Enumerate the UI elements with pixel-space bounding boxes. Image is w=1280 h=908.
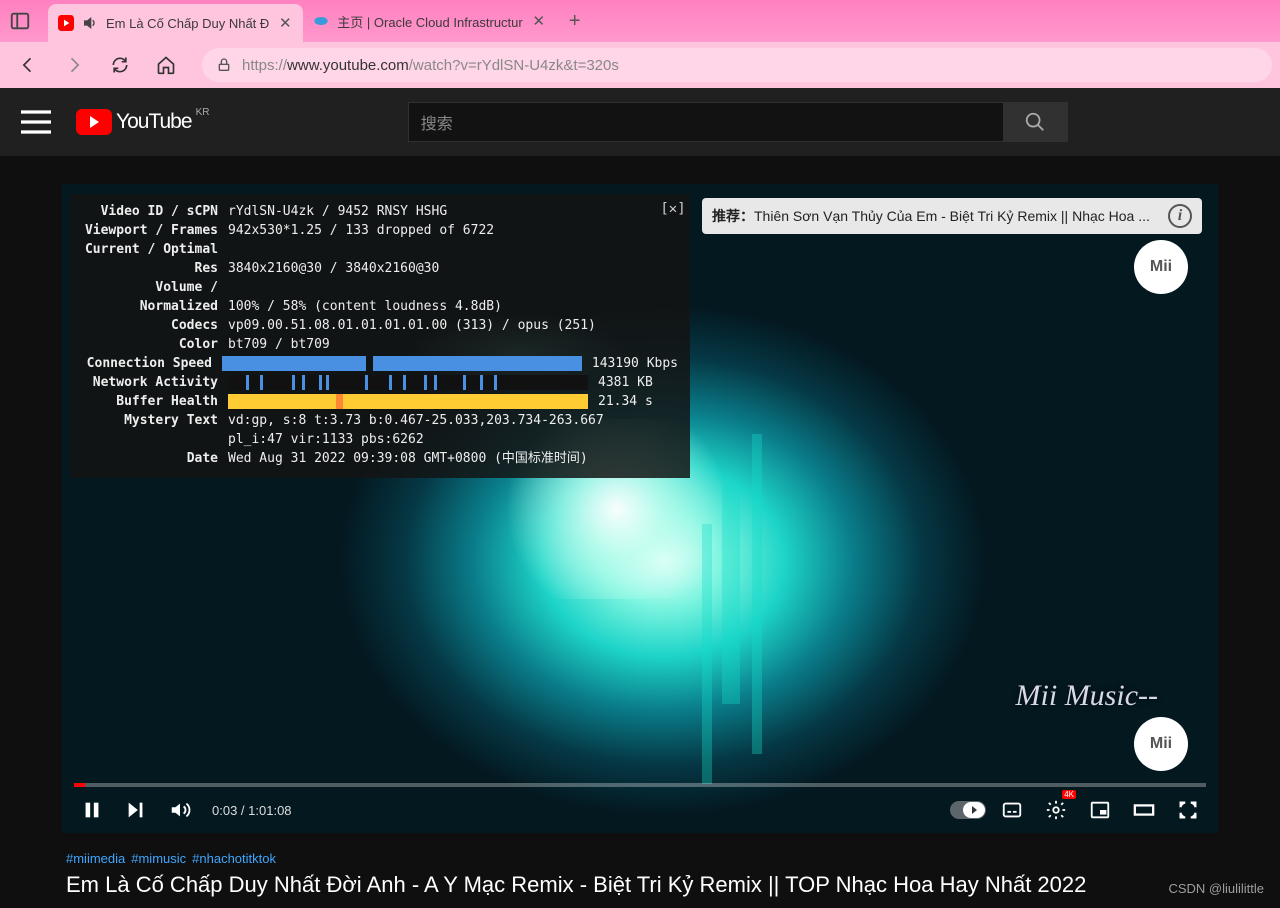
browser-tab[interactable]: 主页 | Oracle Cloud Infrastructur ✕ <box>303 0 556 42</box>
channel-watermark-badge[interactable]: Mii <box>1134 717 1188 771</box>
youtube-logo[interactable]: YouTube KR <box>76 109 192 135</box>
hashtags: #miimedia #mimusic #nhachotitktok <box>66 851 1214 866</box>
lock-icon <box>216 57 232 73</box>
video-player[interactable]: Mii Music-- Mii Mii 推荐：Thiên Sơn Vạn Thủ… <box>62 184 1218 833</box>
browser-tab-strip: Em Là Cố Chấp Duy Nhất Đ ✕ 主页 | Oracle C… <box>0 0 1280 42</box>
youtube-favicon-icon <box>58 15 74 31</box>
video-frame-decoration <box>702 524 712 784</box>
stats-value: 4381 KB <box>598 373 653 392</box>
video-watermark: Mii Music-- <box>1016 679 1158 713</box>
youtube-masthead: YouTube KR 搜索 <box>0 88 1280 156</box>
nav-refresh-button[interactable] <box>100 45 140 85</box>
stats-value: 942x530*1.25 / 133 dropped of 6722 <box>228 221 678 240</box>
hashtag-link[interactable]: #miimedia <box>66 851 125 866</box>
new-tab-button[interactable]: + <box>557 0 593 42</box>
time-display: 0:03 / 1:01:08 <box>212 803 292 818</box>
stats-label: Video ID / sCPN <box>82 202 228 221</box>
video-stage: Mii Music-- Mii Mii 推荐：Thiên Sơn Vạn Thủ… <box>62 184 1218 898</box>
info-icon[interactable]: i <box>1168 204 1192 228</box>
url-bar[interactable]: https://www.youtube.com/watch?v=rYdlSN-U… <box>202 48 1272 82</box>
browser-toolbar: https://www.youtube.com/watch?v=rYdlSN-U… <box>0 42 1280 88</box>
search-box: 搜索 <box>408 102 1068 142</box>
next-button[interactable] <box>118 792 154 828</box>
tab-close-icon[interactable]: ✕ <box>277 15 293 31</box>
stats-label: Buffer Health <box>82 392 228 411</box>
video-frame-decoration <box>752 434 762 754</box>
stats-label: Mystery Text <box>82 411 228 430</box>
stats-value: rYdlSN-U4zk / 9452 RNSY HSHG <box>228 202 678 221</box>
channel-logo-badge[interactable]: Mii <box>1134 240 1188 294</box>
stats-close-button[interactable]: [✕] <box>664 200 682 218</box>
stats-value <box>228 278 678 297</box>
stats-label: Date <box>82 449 228 468</box>
volume-button[interactable] <box>162 792 198 828</box>
player-controls: 0:03 / 1:01:08 4K <box>62 787 1218 833</box>
url-text: https://www.youtube.com/watch?v=rYdlSN-U… <box>242 57 619 74</box>
stats-value: 3840x2160@30 / 3840x2160@30 <box>228 259 678 278</box>
tab-close-icon[interactable]: ✕ <box>531 13 547 29</box>
stats-label: Res <box>82 259 228 278</box>
tab-audio-icon[interactable] <box>82 15 98 31</box>
stats-value: 100% / 58% (content loudness 4.8dB) <box>228 297 678 316</box>
csdn-watermark: CSDN @liulilittle <box>1168 881 1264 896</box>
stats-label: Current / Optimal <box>82 240 228 259</box>
stats-label: Network Activity <box>82 373 228 392</box>
settings-button[interactable]: 4K <box>1038 792 1074 828</box>
stats-value: 143190 Kbps <box>592 354 678 373</box>
miniplayer-button[interactable] <box>1082 792 1118 828</box>
nav-forward-button[interactable] <box>54 45 94 85</box>
theater-button[interactable] <box>1126 792 1162 828</box>
pause-button[interactable] <box>74 792 110 828</box>
nav-back-button[interactable] <box>8 45 48 85</box>
tab-title: 主页 | Oracle Cloud Infrastructur <box>337 12 522 31</box>
browser-tab-active[interactable]: Em Là Cố Chấp Duy Nhất Đ ✕ <box>48 4 303 42</box>
stats-label: Viewport / Frames <box>82 221 228 240</box>
network-activity-graph <box>228 375 588 390</box>
recommendation-text: 推荐：Thiên Sơn Vạn Thủy Của Em - Biệt Tri … <box>712 206 1160 226</box>
hamburger-menu-button[interactable] <box>16 102 56 142</box>
stats-value: Wed Aug 31 2022 09:39:08 GMT+0800 (中国标准时… <box>228 449 678 468</box>
nav-home-button[interactable] <box>146 45 186 85</box>
stats-value: bt709 / bt709 <box>228 335 678 354</box>
subtitles-button[interactable] <box>994 792 1030 828</box>
stats-for-nerds-overlay: [✕] Video ID / sCPNrYdlSN-U4zk / 9452 RN… <box>70 194 690 478</box>
buffer-health-graph <box>228 394 588 409</box>
youtube-region: KR <box>196 107 210 118</box>
stats-value: vd:gp, s:8 t:3.73 b:0.467-25.033,203.734… <box>228 411 678 430</box>
fullscreen-button[interactable] <box>1170 792 1206 828</box>
youtube-logo-text: YouTube <box>116 110 192 134</box>
oracle-favicon-icon <box>313 13 329 29</box>
video-frame-decoration <box>722 484 740 704</box>
sidebar-toggle[interactable] <box>0 0 40 42</box>
stats-label: Codecs <box>82 316 228 335</box>
youtube-play-icon <box>76 109 112 135</box>
search-input[interactable]: 搜索 <box>409 110 1003 134</box>
stats-label: Normalized <box>82 297 228 316</box>
stats-value: 21.34 s <box>598 392 653 411</box>
tab-title: Em Là Cố Chấp Duy Nhất Đ <box>106 16 269 31</box>
stats-label: Volume / <box>82 278 228 297</box>
video-title: Em Là Cố Chấp Duy Nhất Đời Anh - A Y Mạc… <box>66 872 1214 898</box>
stats-value: vp09.00.51.08.01.01.01.01.00 (313) / opu… <box>228 316 678 335</box>
quality-badge: 4K <box>1062 790 1076 799</box>
connection-speed-graph <box>222 356 582 371</box>
stats-value <box>228 240 678 259</box>
stats-label: Color <box>82 335 228 354</box>
stats-value: pl_i:47 vir:1133 pbs:6262 <box>228 430 678 449</box>
video-description: #miimedia #mimusic #nhachotitktok Em Là Cố… <box>62 833 1218 898</box>
autoplay-toggle[interactable] <box>950 801 986 819</box>
hashtag-link[interactable]: #nhachotitktok <box>192 851 276 866</box>
search-button[interactable] <box>1003 102 1067 142</box>
stats-label <box>82 430 228 449</box>
hashtag-link[interactable]: #mimusic <box>131 851 186 866</box>
stats-label: Connection Speed <box>82 354 222 373</box>
recommendation-card[interactable]: 推荐：Thiên Sơn Vạn Thủy Của Em - Biệt Tri … <box>702 198 1202 234</box>
